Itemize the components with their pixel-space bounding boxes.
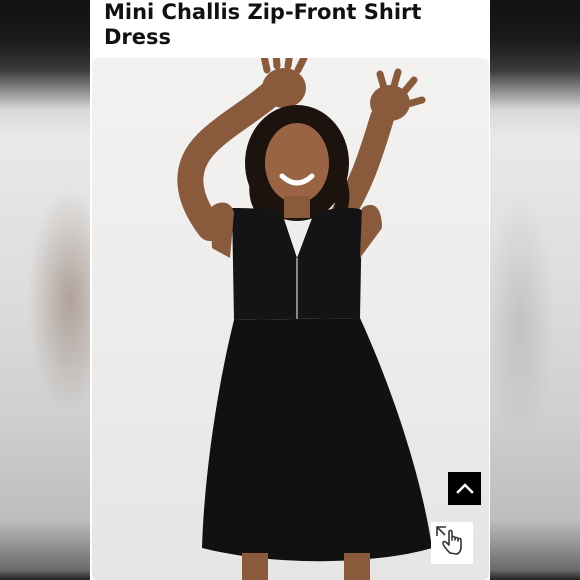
product-title: Mini Challis Zip-Front Shirt Dress: [104, 0, 422, 49]
scroll-to-top-button[interactable]: [448, 472, 481, 505]
hand-pointer-expand-icon: [434, 523, 470, 563]
product-photo[interactable]: [92, 58, 489, 580]
chevron-up-icon: [455, 479, 474, 498]
model-illustration: [177, 58, 432, 580]
zoom-image-button[interactable]: [431, 522, 473, 564]
